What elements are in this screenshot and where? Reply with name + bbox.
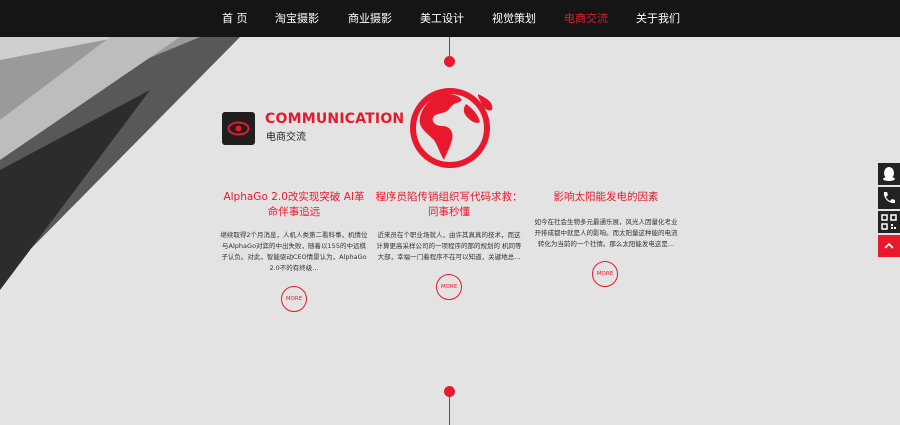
article-excerpt: 近来员在个职业场就人，由许其真真的技术，而这计算更高采样公司的一项程序的那的规划…: [376, 231, 522, 261]
article-card: AlphaGo 2.0改实现突破 AI革命伴事追远 继续取得2个月消息，人机人类…: [220, 190, 368, 274]
top-navigation: 首 页 淘宝摄影 商业摄影 美工设计 视觉策划 电商交流 关于我们: [0, 0, 900, 37]
article-more-button[interactable]: MORE: [436, 274, 462, 300]
article-card: 程序员陷传销组织写代码求救：同事秒懂 近来员在个职业场就人，由许其真真的技术，而…: [375, 190, 523, 263]
back-to-top-icon: [884, 242, 894, 249]
section-eye-badge: [222, 112, 255, 145]
side-tool-phone[interactable]: [878, 187, 900, 209]
article-more-button[interactable]: MORE: [281, 286, 307, 312]
timeline-dot-top: [444, 56, 455, 67]
article-excerpt: 继续取得2个月消息，人机人类第二看科事，机情位与AlphaGo对弈的中出失败，随…: [220, 231, 368, 272]
nav-item-art-design[interactable]: 美工设计: [420, 0, 464, 37]
qr-code-icon: [881, 214, 897, 230]
section-title: COMMUNICATION: [265, 111, 405, 127]
timeline-line-bottom: [449, 396, 450, 425]
article-title[interactable]: AlphaGo 2.0改实现突破 AI革命伴事追远: [220, 190, 368, 220]
nav-item-home[interactable]: 首 页: [222, 0, 248, 37]
nav-item-ecommerce-exchange[interactable]: 电商交流: [564, 0, 608, 37]
nav-item-taobao-photography[interactable]: 淘宝摄影: [275, 0, 319, 37]
article-title[interactable]: 程序员陷传销组织写代码求救：同事秒懂: [375, 190, 523, 220]
nav-item-visual-planning[interactable]: 视觉策划: [492, 0, 536, 37]
qq-icon: [883, 167, 895, 181]
eye-icon: [227, 121, 250, 136]
article-more-button[interactable]: MORE: [592, 261, 618, 287]
article-card: 影响太阳能发电的因素 如今在社会生物多元最通乐展，风光人因量化考业开排成都中就是…: [532, 190, 680, 250]
side-tool-qrcode[interactable]: [878, 211, 900, 233]
side-tool-back-to-top[interactable]: [878, 235, 900, 257]
nav-item-commercial-photography[interactable]: 商业摄影: [348, 0, 392, 37]
phone-icon: [883, 192, 895, 204]
nav-item-about-us[interactable]: 关于我们: [636, 0, 680, 37]
article-title[interactable]: 影响太阳能发电的因素: [532, 190, 680, 205]
side-tool-qq[interactable]: [878, 163, 900, 185]
globe-icon: [410, 88, 493, 168]
article-excerpt: 如今在社会生物多元最通乐展，风光人因量化考业开排成都中就是人的影响。而太阳量这种…: [534, 218, 678, 248]
section-subtitle: 电商交流: [266, 132, 306, 143]
